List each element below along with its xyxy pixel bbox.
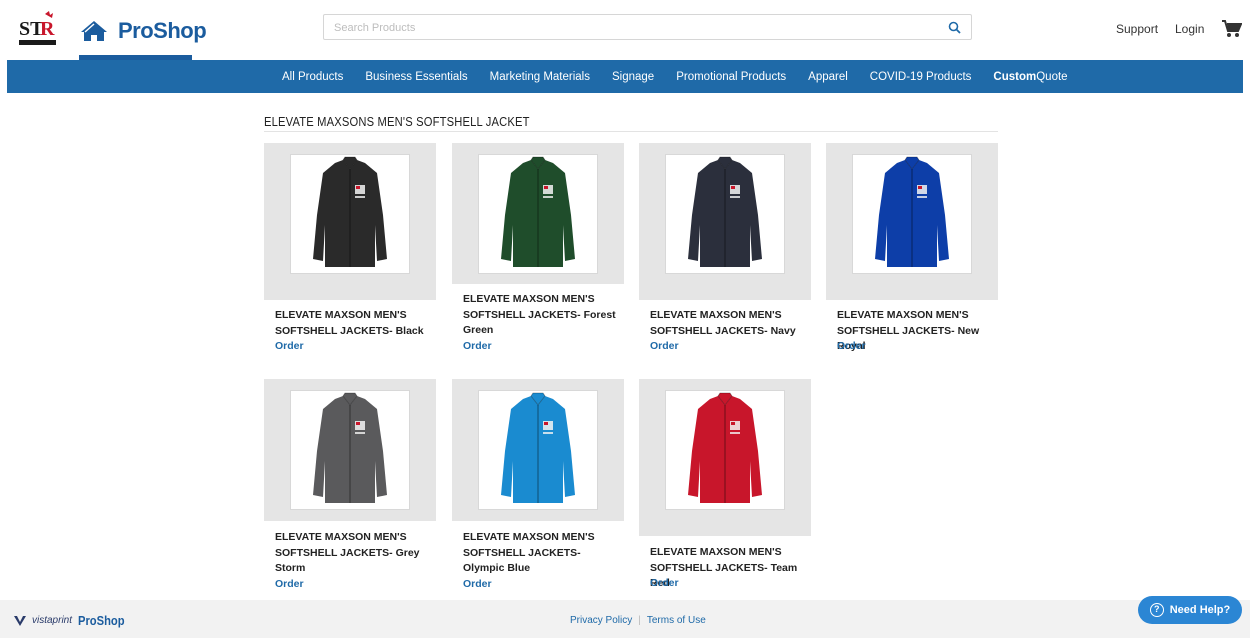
site-header: ST R ProShop Support Login (0, 0, 1250, 60)
proshop-title: ProShop (118, 18, 207, 43)
product-card[interactable]: ELEVATE MAXSON MEN'S SOFTSHELL JACKETS- … (452, 379, 624, 594)
need-help-label: Need Help? (1169, 604, 1231, 616)
jacket-image (313, 392, 387, 503)
order-link[interactable]: Order (463, 340, 492, 352)
jacket-image (688, 392, 762, 503)
product-card[interactable]: ELEVATE MAXSON MEN'S SOFTSHELL JACKETS- … (264, 143, 436, 356)
nav-promotional-products[interactable]: Promotional Products (676, 71, 786, 83)
product-image-area[interactable] (826, 143, 998, 300)
nav-custom-quote[interactable]: CustomQuote (993, 71, 1067, 83)
product-image[interactable] (290, 154, 410, 274)
nav-covid-19-products[interactable]: COVID-19 Products (870, 71, 972, 83)
nav-apparel[interactable]: Apparel (808, 71, 848, 83)
jacket-image (688, 156, 762, 267)
home-icon (81, 21, 107, 41)
nav-marketing-materials[interactable]: Marketing Materials (490, 71, 590, 83)
page-title: ELEVATE MAXSONS MEN'S SOFTSHELL JACKET (264, 114, 530, 129)
question-icon: ? (1149, 603, 1164, 617)
vistaprint-proshop-logo[interactable]: vistaprint ProShop (14, 613, 132, 628)
product-card[interactable]: ELEVATE MAXSON MEN'S SOFTSHELL JACKETS- … (452, 143, 624, 356)
category-nav: All Products Business Essentials Marketi… (7, 60, 1243, 93)
footer-links: Privacy Policy | Terms of Use (570, 615, 706, 626)
product-card[interactable]: ELEVATE MAXSON MEN'S SOFTSHELL JACKETS- … (264, 379, 436, 594)
product-image[interactable] (290, 390, 410, 510)
footer-proshop-label: ProShop (78, 613, 125, 628)
product-card[interactable]: ELEVATE MAXSON MEN'S SOFTSHELL JACKETS- … (639, 143, 811, 356)
svg-text:R: R (40, 18, 55, 40)
order-link[interactable]: Order (463, 578, 492, 590)
search-input[interactable] (334, 19, 934, 36)
product-image-area[interactable] (639, 143, 811, 300)
product-image[interactable] (478, 154, 598, 274)
product-image-area[interactable] (264, 379, 436, 521)
order-link[interactable]: Order (275, 340, 304, 352)
vistaprint-v-icon (14, 615, 26, 626)
need-help-button[interactable]: ? Need Help? (1138, 596, 1242, 624)
nav-all-products[interactable]: All Products (282, 71, 343, 83)
site-footer: vistaprint ProShop Privacy Policy | Term… (0, 600, 1250, 638)
login-link[interactable]: Login (1175, 22, 1204, 36)
product-image[interactable] (665, 390, 785, 510)
terms-of-use-link[interactable]: Terms of Use (647, 615, 706, 626)
order-link[interactable]: Order (837, 340, 866, 352)
product-name[interactable]: ELEVATE MAXSON MEN'S SOFTSHELL JACKETS- … (650, 308, 810, 339)
product-card[interactable]: ELEVATE MAXSON MEN'S SOFTSHELL JACKETS- … (639, 379, 811, 593)
proshop-home-link[interactable]: ProShop (80, 14, 207, 48)
cart-icon[interactable] (1222, 20, 1242, 38)
product-name[interactable]: ELEVATE MAXSON MEN'S SOFTSHELL JACKETS- … (275, 530, 435, 577)
custom-quote-rest: Quote (1036, 70, 1068, 83)
order-link[interactable]: Order (650, 577, 679, 589)
nav-business-essentials[interactable]: Business Essentials (365, 71, 467, 83)
str-logo[interactable]: ST R (18, 10, 58, 48)
product-image[interactable] (478, 390, 598, 510)
jacket-image (501, 156, 575, 267)
jacket-image (313, 156, 387, 267)
search-box (323, 14, 972, 40)
support-link[interactable]: Support (1116, 22, 1158, 36)
product-image[interactable] (665, 154, 785, 274)
product-name[interactable]: ELEVATE MAXSON MEN'S SOFTSHELL JACKETS- … (463, 530, 623, 577)
product-image-area[interactable] (639, 379, 811, 536)
order-link[interactable]: Order (275, 578, 304, 590)
jacket-image (875, 156, 949, 267)
product-image-area[interactable] (264, 143, 436, 300)
footer-separator: | (638, 615, 641, 626)
product-name[interactable]: ELEVATE MAXSON MEN'S SOFTSHELL JACKETS- … (463, 292, 623, 339)
product-name[interactable]: ELEVATE MAXSON MEN'S SOFTSHELL JACKETS- … (275, 308, 435, 339)
order-link[interactable]: Order (650, 340, 679, 352)
product-image-area[interactable] (452, 143, 624, 284)
nav-signage[interactable]: Signage (612, 71, 654, 83)
product-image[interactable] (852, 154, 972, 274)
title-divider (264, 131, 998, 132)
custom-quote-bold: Custom (993, 70, 1037, 83)
privacy-policy-link[interactable]: Privacy Policy (570, 615, 632, 626)
search-icon[interactable] (948, 21, 961, 34)
jacket-image (501, 392, 575, 503)
product-image-area[interactable] (452, 379, 624, 521)
vistaprint-label: vistaprint (32, 615, 73, 626)
product-card[interactable]: ELEVATE MAXSON MEN'S SOFTSHELL JACKETS- … (826, 143, 998, 356)
